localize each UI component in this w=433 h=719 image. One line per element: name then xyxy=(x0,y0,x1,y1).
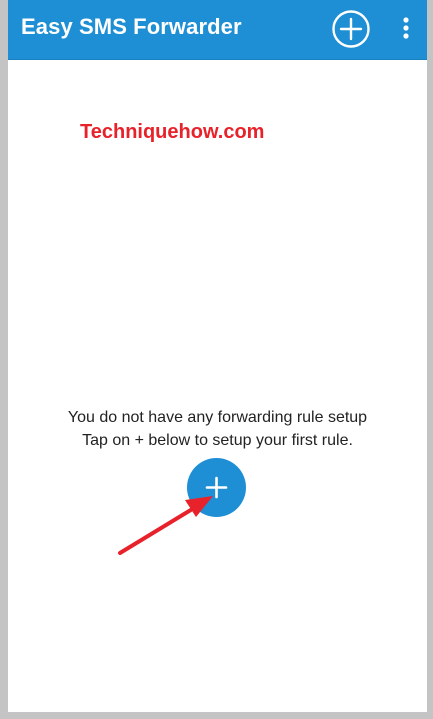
more-vertical-icon xyxy=(403,17,409,39)
app-screen: Easy SMS Forwarder Techniquehow.com You … xyxy=(8,0,427,712)
overflow-menu-button[interactable] xyxy=(396,14,416,46)
add-rule-fab[interactable] xyxy=(187,458,246,517)
watermark-text: Techniquehow.com xyxy=(80,121,265,143)
annotation-arrow xyxy=(118,496,213,555)
plus-circle-icon xyxy=(332,10,370,48)
device-frame: Easy SMS Forwarder Techniquehow.com You … xyxy=(0,0,433,719)
empty-state-line-1: You do not have any forwarding rule setu… xyxy=(67,409,368,426)
add-rule-button[interactable] xyxy=(331,9,371,49)
plus-icon xyxy=(205,476,228,499)
empty-state-line-2: Tap on + below to setup your first rule. xyxy=(82,432,353,449)
empty-state-message: You do not have any forwarding rule setu… xyxy=(8,406,427,452)
app-bar: Easy SMS Forwarder xyxy=(8,0,427,60)
app-title: Easy SMS Forwarder xyxy=(21,14,242,39)
